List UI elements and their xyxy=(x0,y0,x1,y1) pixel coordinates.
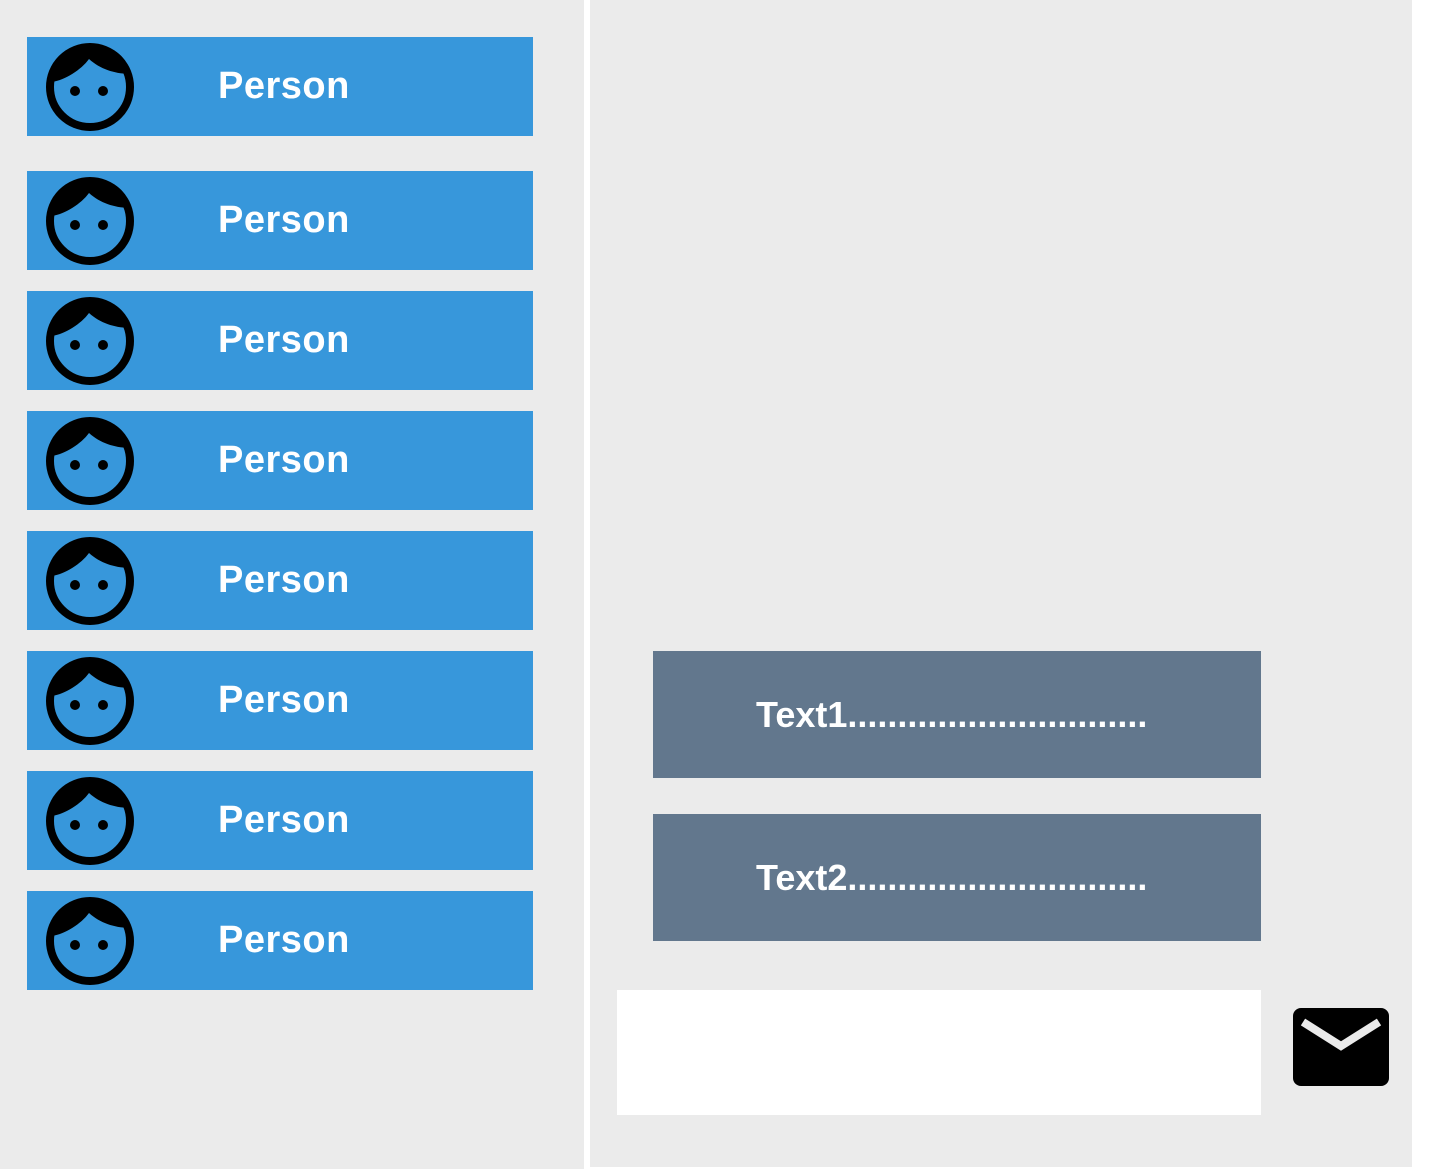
face-icon xyxy=(46,43,134,131)
contact-item[interactable]: Person xyxy=(27,891,533,990)
contact-name: Person xyxy=(218,559,350,601)
message-text: Text1.............................. xyxy=(756,694,1148,735)
contact-item[interactable]: Person xyxy=(27,291,533,390)
contact-item[interactable]: Person xyxy=(27,411,533,510)
face-icon xyxy=(46,777,134,865)
face-icon xyxy=(46,417,134,505)
contact-item[interactable]: Person xyxy=(27,651,533,750)
contact-name: Person xyxy=(218,319,350,361)
contact-name: Person xyxy=(218,919,350,961)
contact-item[interactable]: Person xyxy=(27,531,533,630)
face-icon xyxy=(46,537,134,625)
face-icon xyxy=(46,297,134,385)
message-text: Text2.............................. xyxy=(756,857,1148,898)
contact-name: Person xyxy=(218,799,350,841)
contact-name: Person xyxy=(218,439,350,481)
face-icon xyxy=(46,897,134,985)
chat-panel: Text1.............................. Text… xyxy=(590,0,1412,1167)
app-window: Person Person Person Person Person Perso… xyxy=(0,0,1440,1169)
face-icon xyxy=(46,657,134,745)
contact-name: Person xyxy=(218,65,350,107)
message-input[interactable] xyxy=(617,990,1261,1115)
mail-icon[interactable] xyxy=(1293,1008,1389,1086)
message-bubble: Text1.............................. xyxy=(653,651,1261,778)
contact-item[interactable]: Person xyxy=(27,171,533,270)
contact-name: Person xyxy=(218,199,350,241)
message-bubble: Text2.............................. xyxy=(653,814,1261,941)
face-icon xyxy=(46,177,134,265)
contact-item[interactable]: Person xyxy=(27,37,533,136)
contact-name: Person xyxy=(218,679,350,721)
contact-item[interactable]: Person xyxy=(27,771,533,870)
contact-list-panel: Person Person Person Person Person Perso… xyxy=(0,0,584,1169)
